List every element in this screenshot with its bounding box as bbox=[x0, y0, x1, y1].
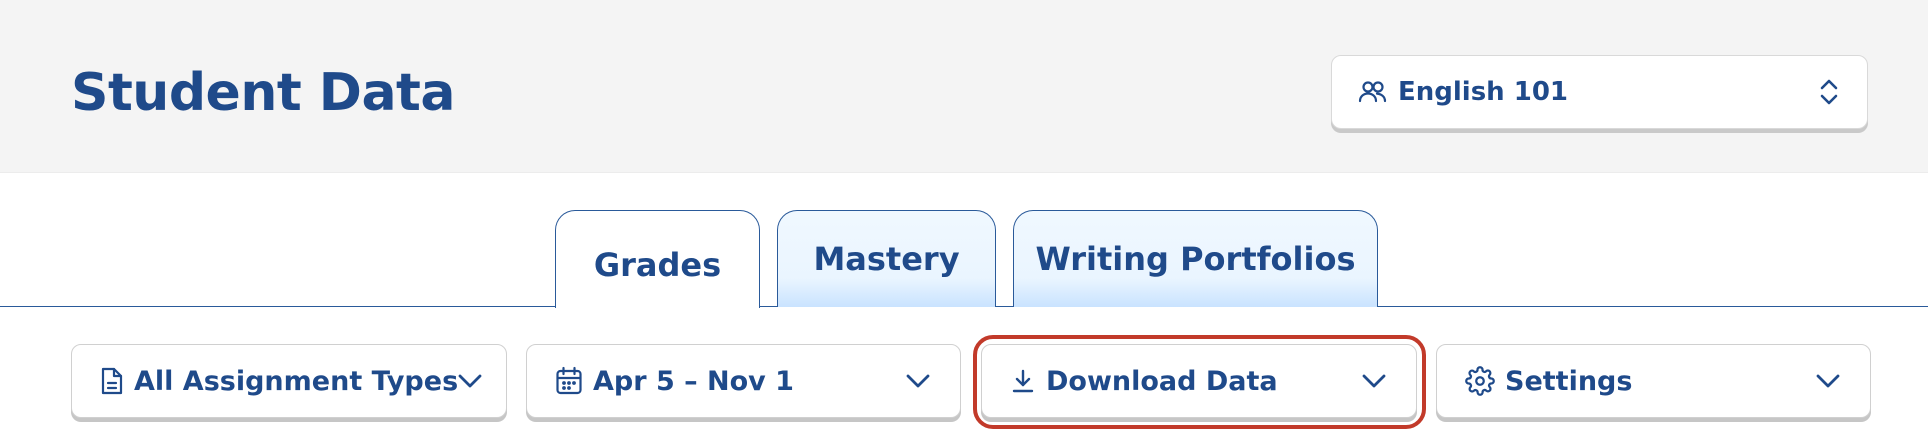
tab-mastery[interactable]: Mastery bbox=[777, 210, 996, 307]
tab-grades-label: Grades bbox=[593, 245, 722, 284]
settings-dropdown[interactable]: Settings bbox=[1436, 344, 1871, 418]
tab-mastery-label: Mastery bbox=[813, 240, 960, 278]
chevron-down-icon bbox=[458, 374, 482, 388]
chevron-down-icon bbox=[1816, 374, 1840, 388]
gear-icon bbox=[1465, 366, 1495, 396]
page-header: Student Data English 101 bbox=[0, 0, 1928, 173]
calendar-icon bbox=[555, 366, 583, 396]
date-range-label: Apr 5 – Nov 1 bbox=[593, 365, 794, 397]
users-icon bbox=[1358, 80, 1388, 104]
page-title: Student Data bbox=[71, 63, 456, 123]
date-range-dropdown[interactable]: Apr 5 – Nov 1 bbox=[526, 344, 961, 418]
settings-label: Settings bbox=[1505, 365, 1633, 397]
assignment-types-dropdown[interactable]: All Assignment Types bbox=[71, 344, 507, 418]
download-icon bbox=[1010, 367, 1036, 395]
updown-chevron-icon bbox=[1819, 77, 1839, 107]
tab-writing-portfolios-label: Writing Portfolios bbox=[1035, 240, 1356, 278]
document-icon bbox=[100, 366, 124, 396]
download-data-dropdown[interactable]: Download Data bbox=[981, 344, 1417, 418]
chevron-down-icon bbox=[1362, 374, 1386, 388]
assignment-types-label: All Assignment Types bbox=[134, 365, 459, 397]
course-selector[interactable]: English 101 bbox=[1331, 55, 1868, 129]
tab-writing-portfolios[interactable]: Writing Portfolios bbox=[1013, 210, 1378, 307]
course-selector-label: English 101 bbox=[1398, 77, 1569, 107]
chevron-down-icon bbox=[906, 374, 930, 388]
tab-grades[interactable]: Grades bbox=[555, 210, 760, 308]
download-data-label: Download Data bbox=[1046, 365, 1278, 397]
